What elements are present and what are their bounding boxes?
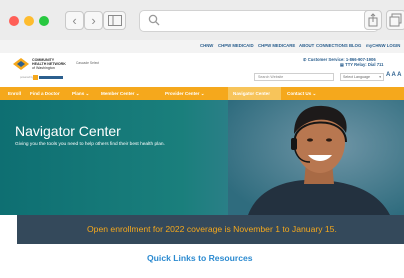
search-icon bbox=[148, 14, 160, 26]
text-size-controls[interactable]: A A A bbox=[386, 72, 401, 78]
close-window-button[interactable] bbox=[9, 16, 19, 26]
nav-navigator-center[interactable]: Navigator Center bbox=[233, 91, 270, 96]
browser-toolbar: ‹ › bbox=[0, 0, 404, 41]
phone-icon: ✆ bbox=[303, 57, 307, 62]
nav-find-doctor[interactable]: Find a Doctor bbox=[30, 91, 60, 96]
site-header: COMMUNITY HEALTH NETWORK of Washington C… bbox=[0, 53, 404, 87]
zoom-window-button[interactable] bbox=[39, 16, 49, 26]
language-select[interactable]: Select Language ▾ bbox=[340, 73, 384, 81]
quick-links-heading: Quick Links to Resources bbox=[147, 253, 253, 263]
logo-icon[interactable] bbox=[13, 58, 29, 70]
nav-contact-us[interactable]: Contact Us ⌄ bbox=[287, 91, 316, 97]
nav-provider-center[interactable]: Provider Center ⌄ bbox=[165, 91, 205, 97]
logo-text: COMMUNITY HEALTH NETWORK of Washington bbox=[32, 58, 66, 70]
tabs-button[interactable] bbox=[386, 10, 404, 30]
utility-link-login[interactable]: myCHNW LOGIN bbox=[366, 43, 400, 48]
utility-link-chnw[interactable]: CHNW bbox=[200, 43, 213, 48]
logo-subtitle: Cascade Select bbox=[76, 61, 100, 65]
utility-link-blog[interactable]: CONNECTIONS BLOG bbox=[316, 43, 361, 48]
utility-link-medicaid[interactable]: CHPW MEDICAID bbox=[218, 43, 254, 48]
enrollment-banner-text: Open enrollment for 2022 coverage is Nov… bbox=[87, 224, 337, 234]
partner-logo-icon bbox=[33, 75, 63, 80]
share-button[interactable] bbox=[364, 10, 382, 30]
nav-plans[interactable]: Plans ⌄ bbox=[72, 91, 89, 97]
tabs-icon bbox=[389, 13, 402, 27]
minimize-window-button[interactable] bbox=[24, 16, 34, 26]
sidebar-toggle-button[interactable] bbox=[103, 11, 126, 30]
forward-button[interactable]: › bbox=[84, 11, 103, 30]
address-bar[interactable] bbox=[139, 10, 379, 32]
utility-link-about[interactable]: ABOUT bbox=[299, 43, 314, 48]
partner-label: powered by bbox=[20, 76, 34, 79]
nav-enroll[interactable]: Enroll bbox=[8, 91, 21, 96]
page-title: Navigator Center bbox=[15, 123, 121, 139]
sidebar-icon bbox=[108, 15, 122, 26]
hero-banner: Navigator Center Giving you the tools yo… bbox=[0, 100, 404, 215]
share-icon bbox=[368, 13, 378, 27]
chevron-down-icon: ▾ bbox=[379, 75, 381, 79]
site-search-input[interactable]: Search Website bbox=[254, 73, 334, 81]
page: ‹ › CHNW CHPW MEDICAID CHPW MEDICARE ABO… bbox=[0, 0, 404, 278]
utility-nav: CHNW CHPW MEDICAID CHPW MEDICARE ABOUT C… bbox=[0, 40, 404, 53]
back-button[interactable]: ‹ bbox=[65, 11, 84, 30]
nav-member-center[interactable]: Member Center ⌄ bbox=[101, 91, 140, 97]
tty-icon: ▤ bbox=[340, 62, 344, 67]
main-nav: Enroll Find a Doctor Plans ⌄ Member Cent… bbox=[0, 87, 404, 100]
enrollment-banner: Open enrollment for 2022 coverage is Nov… bbox=[17, 215, 404, 244]
tty-relay: ▤ TTY Relay: Dial 711 bbox=[340, 62, 384, 67]
page-subtitle: Giving you the tools you need to help ot… bbox=[15, 142, 165, 147]
hero-person-image bbox=[228, 100, 404, 215]
utility-link-medicare[interactable]: CHPW MEDICARE bbox=[258, 43, 295, 48]
